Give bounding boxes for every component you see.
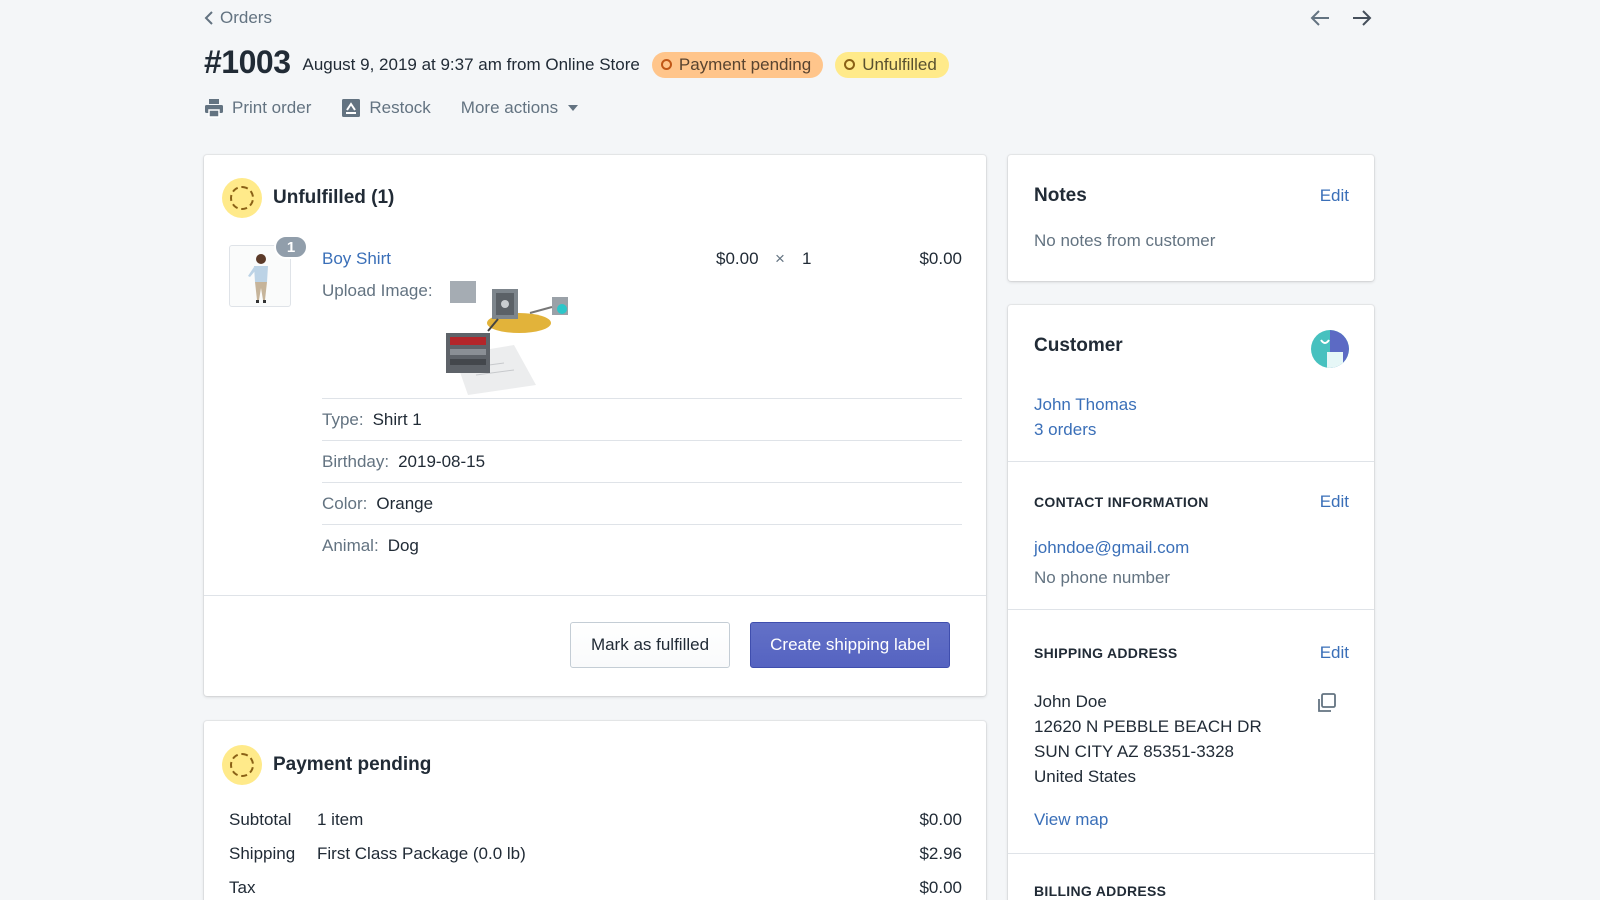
customer-avatar bbox=[1311, 330, 1349, 368]
property-key: Type: bbox=[322, 410, 364, 429]
notes-card: Notes Edit No notes from customer bbox=[1008, 155, 1374, 281]
property-key: Color: bbox=[322, 494, 368, 513]
unit-price: $0.00 bbox=[716, 249, 759, 268]
next-order-button[interactable] bbox=[1350, 6, 1374, 30]
fulfillment-status-label: Unfulfilled bbox=[862, 54, 937, 74]
restock-button[interactable]: Restock bbox=[341, 98, 431, 118]
address-line: 12620 N PEBBLE BEACH DR bbox=[1034, 717, 1262, 736]
address-line: John Doe bbox=[1034, 692, 1107, 711]
payment-status-label: Payment pending bbox=[678, 54, 812, 74]
property-value: 2019-08-15 bbox=[398, 452, 486, 471]
card-divider bbox=[1008, 461, 1374, 462]
payment-title: Payment pending bbox=[273, 754, 432, 775]
property-row-type: Type: Shirt 1 bbox=[322, 398, 962, 440]
summary-detail bbox=[317, 878, 919, 898]
address-line: SUN CITY AZ 85351-3328 bbox=[1034, 742, 1235, 761]
breadcrumb-label: Orders bbox=[220, 8, 272, 27]
arrow-right-icon bbox=[1353, 10, 1372, 26]
customer-orders-link[interactable]: 3 orders bbox=[1034, 417, 1096, 442]
print-order-button[interactable]: Print order bbox=[204, 98, 311, 118]
summary-label: Subtotal bbox=[229, 810, 292, 829]
payment-card: Payment pending Subtotal 1 item $0.00 Sh… bbox=[204, 721, 986, 900]
summary-detail: First Class Package (0.0 lb) bbox=[317, 844, 526, 863]
avatar-image bbox=[1311, 330, 1349, 368]
property-value: Orange bbox=[376, 494, 434, 513]
fulfillment-status-badge: Unfulfilled bbox=[835, 51, 949, 78]
print-order-label: Print order bbox=[232, 98, 312, 117]
status-ring-icon bbox=[844, 59, 856, 70]
unfulfilled-status-icon bbox=[222, 178, 262, 218]
summary-label: Shipping bbox=[229, 844, 296, 863]
order-meta: August 9, 2019 at 9:37 am from Online St… bbox=[302, 54, 640, 74]
summary-row-shipping: Shipping First Class Package (0.0 lb) $2… bbox=[229, 844, 962, 864]
payment-header: Payment pending bbox=[222, 745, 431, 785]
payment-status-badge: Payment pending bbox=[651, 51, 824, 78]
upload-image-label: Upload Image: bbox=[322, 281, 433, 300]
status-ring-icon bbox=[660, 59, 672, 70]
customer-phone: No phone number bbox=[1034, 568, 1171, 587]
property-row-color: Color: Orange bbox=[322, 482, 962, 524]
caret-down-icon bbox=[568, 105, 579, 111]
payment-status-icon bbox=[222, 745, 262, 785]
unfulfilled-header: Unfulfilled (1) bbox=[222, 178, 394, 218]
notes-title: Notes bbox=[1034, 185, 1087, 206]
customer-name-link[interactable]: John Thomas bbox=[1034, 392, 1137, 417]
shipping-address-heading: SHIPPING ADDRESS bbox=[1034, 645, 1178, 661]
property-key: Animal: bbox=[322, 536, 379, 555]
uploaded-image bbox=[444, 275, 568, 397]
item-quantity: 1 bbox=[802, 249, 812, 268]
more-actions-label: More actions bbox=[460, 98, 559, 117]
summary-row-subtotal: Subtotal 1 item $0.00 bbox=[229, 810, 962, 830]
shipping-edit-link[interactable]: Edit bbox=[1320, 643, 1349, 663]
times-symbol: × bbox=[775, 249, 785, 268]
property-value: Dog bbox=[387, 536, 419, 555]
order-pager bbox=[1308, 6, 1374, 30]
page-title: #1003 bbox=[204, 44, 291, 80]
shipping-address: John Doe 12620 N PEBBLE BEACH DR SUN CIT… bbox=[1034, 689, 1262, 789]
summary-amount: $0.00 bbox=[919, 810, 962, 829]
create-shipping-label-button[interactable]: Create shipping label bbox=[750, 622, 950, 668]
quantity-badge: 1 bbox=[274, 235, 308, 259]
summary-detail: 1 item bbox=[317, 810, 364, 829]
contact-info-heading: CONTACT INFORMATION bbox=[1034, 494, 1209, 510]
billing-address-heading: BILLING ADDRESS bbox=[1034, 883, 1167, 899]
arrow-left-icon bbox=[1310, 10, 1329, 26]
summary-amount: $2.96 bbox=[919, 844, 962, 863]
view-map-link[interactable]: View map bbox=[1034, 807, 1108, 832]
order-page: Orders #1003 August 9, 2019 at 9:37 am f… bbox=[204, 0, 1374, 900]
card-divider bbox=[1008, 609, 1374, 610]
unfulfilled-card: Unfulfilled (1) 1 Boy Shirt $0.00 × 1 $0… bbox=[204, 155, 986, 696]
summary-amount: $0.00 bbox=[919, 878, 962, 897]
chevron-left-icon bbox=[204, 11, 213, 25]
property-value: Shirt 1 bbox=[372, 410, 422, 429]
restock-icon bbox=[342, 99, 361, 117]
line-total: $0.00 bbox=[919, 249, 962, 268]
customer-card: Customer John Thomas 3 orders CONTACT IN… bbox=[1008, 305, 1374, 900]
contact-edit-link[interactable]: Edit bbox=[1320, 492, 1349, 512]
breadcrumb-orders[interactable]: Orders bbox=[204, 8, 272, 28]
previous-order-button[interactable] bbox=[1308, 6, 1332, 30]
order-title-row: #1003 August 9, 2019 at 9:37 am from Onl… bbox=[204, 44, 949, 81]
more-actions-dropdown[interactable]: More actions bbox=[460, 98, 579, 118]
restock-label: Restock bbox=[369, 98, 431, 117]
card-divider bbox=[204, 595, 986, 596]
product-name-link[interactable]: Boy Shirt bbox=[322, 249, 391, 269]
order-actions: Print order Restock More actions bbox=[204, 98, 579, 118]
printer-icon bbox=[205, 99, 223, 118]
address-line: United States bbox=[1034, 767, 1137, 786]
summary-label: Tax bbox=[229, 878, 256, 897]
customer-email-link[interactable]: johndoe@gmail.com bbox=[1034, 535, 1189, 560]
copy-icon[interactable] bbox=[1316, 693, 1336, 713]
property-row-birthday: Birthday: 2019-08-15 bbox=[322, 440, 962, 482]
customer-title: Customer bbox=[1034, 335, 1123, 356]
notes-edit-link[interactable]: Edit bbox=[1320, 186, 1349, 206]
unfulfilled-title: Unfulfilled (1) bbox=[273, 187, 395, 208]
mark-as-fulfilled-button[interactable]: Mark as fulfilled bbox=[570, 622, 730, 668]
notes-text: No notes from customer bbox=[1034, 231, 1216, 250]
property-row-animal: Animal: Dog bbox=[322, 524, 962, 566]
property-key: Birthday: bbox=[322, 452, 390, 471]
summary-row-tax: Tax $0.00 bbox=[229, 878, 962, 898]
card-divider bbox=[1008, 853, 1374, 854]
